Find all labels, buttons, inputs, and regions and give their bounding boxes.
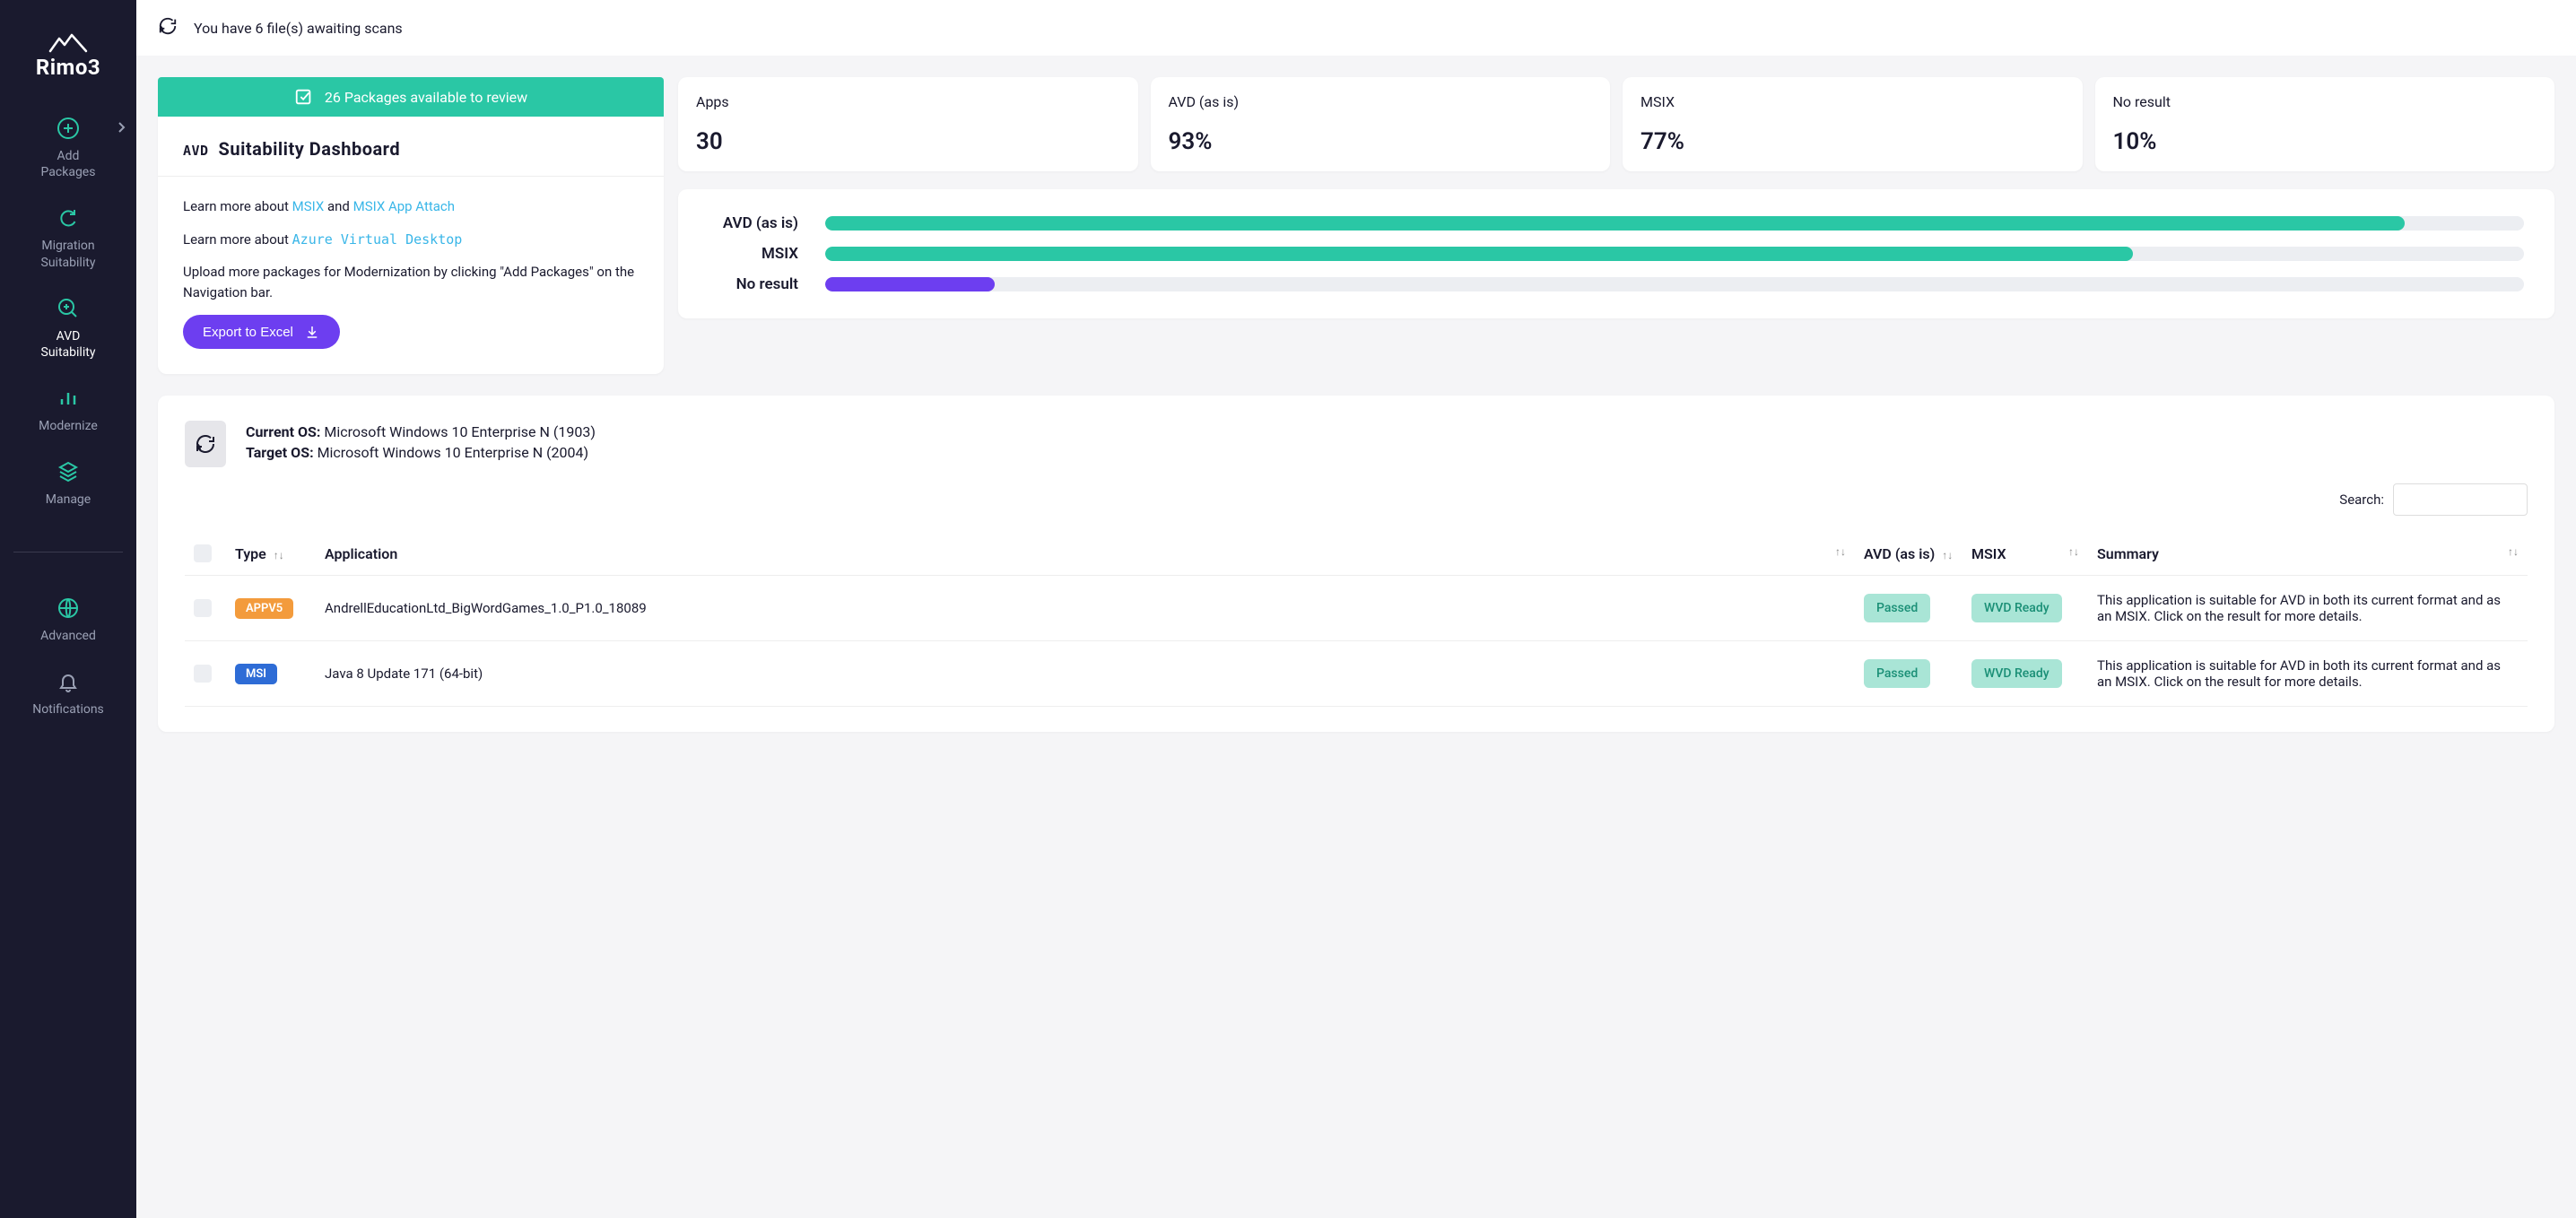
sidebar: Rimo3 Add Packages Migration Suitability xyxy=(0,0,136,1218)
msix-badge[interactable]: WVD Ready xyxy=(1971,659,2062,688)
avd-badge[interactable]: Passed xyxy=(1864,659,1930,688)
bar-fill xyxy=(825,247,2133,261)
export-excel-button[interactable]: Export to Excel xyxy=(183,315,340,349)
sort-icon[interactable]: ↑↓ xyxy=(1942,549,1953,561)
refresh-icon xyxy=(56,205,81,231)
stat-value: 10% xyxy=(2113,128,2537,155)
th-msix: MSIX xyxy=(1971,545,2006,562)
bars-card: AVD (as is) MSIX No result xyxy=(678,189,2554,318)
type-pill: MSI xyxy=(235,664,277,684)
th-application: Application xyxy=(325,545,397,562)
nav-migration-suitability[interactable]: Migration Suitability xyxy=(0,205,136,270)
summary-text: This application is suitable for AVD in … xyxy=(2088,641,2528,707)
bar-track xyxy=(825,216,2524,231)
stat-value: 30 xyxy=(696,128,1120,155)
sort-icon[interactable]: ↑↓ xyxy=(274,549,284,561)
bar-fill xyxy=(825,216,2405,231)
th-summary: Summary xyxy=(2097,545,2159,562)
plus-circle-icon xyxy=(56,116,81,141)
main: You have 6 file(s) awaiting scans 26 Pac… xyxy=(136,0,2576,1218)
msix-link[interactable]: MSIX xyxy=(292,198,325,214)
table-row: MSI Java 8 Update 171 (64-bit) Passed WVD R… xyxy=(185,641,2528,707)
os-info: Current OS: Microsoft Windows 10 Enterpr… xyxy=(246,423,596,465)
nav: Add Packages Migration Suitability AVD S… xyxy=(0,116,136,718)
results-table: Type ↑↓ Application ↑↓ AVD (as is) ↑↓ MSIX ↑… xyxy=(185,532,2528,707)
logo-mountain-icon xyxy=(47,31,90,55)
checkbox-icon xyxy=(294,87,314,107)
app-name: AndrellEducationLtd_BigWordGames_1.0_P1.… xyxy=(316,576,1855,641)
row-checkbox[interactable] xyxy=(194,665,212,683)
chevron-right-icon xyxy=(117,121,126,137)
select-all-checkbox[interactable] xyxy=(194,544,212,562)
bar-label: AVD (as is) xyxy=(709,214,798,232)
th-type: Type xyxy=(235,545,266,562)
download-icon xyxy=(304,324,320,340)
bar-track xyxy=(825,247,2524,261)
summary-text: This application is suitable for AVD in … xyxy=(2088,576,2528,641)
nav-advanced[interactable]: Advanced xyxy=(0,596,136,644)
th-avd: AVD (as is) xyxy=(1864,545,1935,562)
stat-card: MSIX 77% xyxy=(1623,77,2083,171)
stat-card: AVD (as is) 93% xyxy=(1151,77,1611,171)
table-panel: Current OS: Microsoft Windows 10 Enterpr… xyxy=(158,396,2554,732)
learn-msix-line: Learn more about MSIX and MSIX App Attac… xyxy=(183,196,639,217)
sort-icon[interactable]: ↑↓ xyxy=(1835,545,1846,558)
stat-label: AVD (as is) xyxy=(1169,93,1593,110)
nav-notifications[interactable]: Notifications xyxy=(0,669,136,718)
avd-badge[interactable]: Passed xyxy=(1864,594,1930,622)
stat-value: 93% xyxy=(1169,128,1593,155)
msix-app-attach-link[interactable]: MSIX App Attach xyxy=(353,198,455,214)
bell-icon xyxy=(56,669,81,694)
app-name: Java 8 Update 171 (64-bit) xyxy=(316,641,1855,707)
bar-fill xyxy=(825,277,995,291)
nav-manage[interactable]: Manage xyxy=(0,459,136,508)
nav-avd-suitability[interactable]: AVD Suitability xyxy=(0,296,136,361)
review-banner[interactable]: 26 Packages available to review xyxy=(158,77,664,117)
stat-label: No result xyxy=(2113,93,2537,110)
nav-modernize[interactable]: Modernize xyxy=(0,386,136,434)
dashboard-title: AVD Suitability Dashboard xyxy=(183,138,639,160)
bar-row: No result xyxy=(709,275,2524,293)
search-plus-icon xyxy=(56,296,81,321)
brand-text: Rimo3 xyxy=(36,55,100,80)
search-input[interactable] xyxy=(2393,483,2528,516)
sort-icon[interactable]: ↑↓ xyxy=(2068,545,2079,558)
bar-row: MSIX xyxy=(709,245,2524,263)
stat-cards: Apps 30 AVD (as is) 93% MSIX 77% No result 10% xyxy=(678,77,2554,171)
bar-row: AVD (as is) xyxy=(709,214,2524,232)
notice-text: You have 6 file(s) awaiting scans xyxy=(194,20,403,37)
stat-card: Apps 30 xyxy=(678,77,1138,171)
stat-label: MSIX xyxy=(1640,93,2065,110)
refresh-button[interactable] xyxy=(158,16,178,39)
layers-icon xyxy=(56,459,81,484)
review-banner-text: 26 Packages available to review xyxy=(325,89,527,106)
brand-logo: Rimo3 xyxy=(36,31,100,80)
os-refresh-button[interactable] xyxy=(185,421,226,467)
azure-link[interactable]: Azure Virtual Desktop xyxy=(292,231,463,248)
stat-value: 77% xyxy=(1640,128,2065,155)
bar-chart-icon xyxy=(56,386,81,411)
search-label: Search: xyxy=(2339,492,2384,508)
table-row: APPV5 AndrellEducationLtd_BigWordGames_1.… xyxy=(185,576,2528,641)
globe-icon xyxy=(56,596,81,621)
sort-icon[interactable]: ↑↓ xyxy=(2508,545,2519,558)
bar-label: No result xyxy=(709,275,798,293)
stat-card: No result 10% xyxy=(2095,77,2555,171)
learn-azure-line: Learn more about Azure Virtual Desktop xyxy=(183,230,639,250)
dashboard-card: AVD Suitability Dashboard Learn more abo… xyxy=(158,117,664,374)
type-pill: APPV5 xyxy=(235,598,293,619)
stat-label: Apps xyxy=(696,93,1120,110)
notice-bar: You have 6 file(s) awaiting scans xyxy=(136,0,2576,56)
nav-add-packages[interactable]: Add Packages xyxy=(0,116,136,180)
msix-badge[interactable]: WVD Ready xyxy=(1971,594,2062,622)
bar-track xyxy=(825,277,2524,291)
bar-label: MSIX xyxy=(709,245,798,263)
row-checkbox[interactable] xyxy=(194,599,212,617)
upload-hint: Upload more packages for Modernization b… xyxy=(183,262,639,302)
